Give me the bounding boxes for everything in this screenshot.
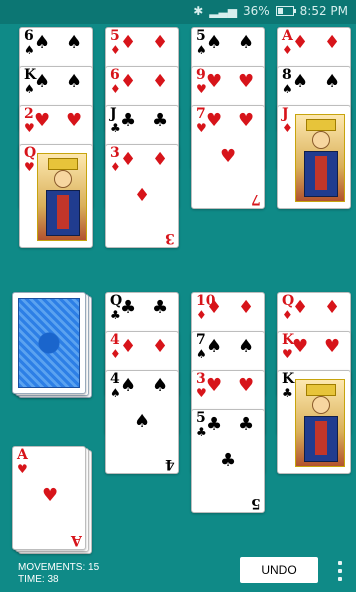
card-pip: ♣: [152, 110, 169, 131]
card-pip: ♦: [152, 149, 169, 170]
card-rank: K: [282, 371, 295, 387]
undo-button[interactable]: UNDO: [240, 557, 318, 583]
waste-bottom-rank: A: [71, 532, 82, 548]
card-pip: ♦: [152, 336, 169, 357]
card-pip: ♠: [66, 71, 83, 92]
card-pip: ♦: [206, 297, 223, 318]
stock-card-back[interactable]: [12, 292, 86, 394]
signal-icon: ▂▃▅: [209, 4, 237, 18]
card-pip: ♦: [120, 32, 137, 53]
status-right: ✱ ▂▃▅ 36% 8:52 PM: [193, 4, 348, 18]
card-rank: 6: [110, 67, 120, 83]
face-card-art: [295, 379, 345, 467]
card-pip: ♦: [292, 32, 309, 53]
card-rank: 5: [196, 410, 206, 426]
card-pip: ♦: [152, 71, 169, 92]
waste-rank: A: [17, 447, 28, 463]
card-rank: 8: [282, 67, 292, 83]
card-pip: ♠: [34, 71, 51, 92]
card-rank: 4: [110, 332, 120, 348]
card-pip: ♦: [238, 297, 255, 318]
card-suit: ♣: [282, 386, 293, 400]
card-rank: 3: [196, 371, 206, 387]
card-rank: 2: [24, 106, 34, 122]
playing-card[interactable]: 4 ♠ ♠ ♠ ♠ 4: [105, 370, 179, 474]
card-pip: ♥: [238, 375, 255, 396]
card-pip: ♦: [152, 32, 169, 53]
face-card-art: [37, 153, 87, 241]
card-pip: ♦: [120, 149, 137, 170]
card-rank: 3: [110, 145, 120, 161]
card-rank: 7: [196, 332, 206, 348]
card-pip: ♣: [238, 414, 255, 435]
card-suit: ♥: [24, 160, 35, 174]
card-pip: ♠: [66, 32, 83, 53]
card-rank: 9: [196, 67, 206, 83]
card-pip: ♠: [120, 375, 137, 396]
playing-card[interactable]: 3 ♦ ♦ ♦ ♦ 3: [105, 144, 179, 248]
card-rank: J: [110, 106, 117, 122]
card-pip: ♥: [206, 110, 223, 131]
card-pip: ♦: [120, 71, 137, 92]
card-pip: ♠: [238, 336, 255, 357]
card-bottom-rank: 5: [251, 495, 261, 511]
time-label: TIME: 38: [18, 574, 59, 585]
card-pip: ♦: [292, 297, 309, 318]
card-pip: ♥: [206, 375, 223, 396]
card-pip: ♦: [324, 32, 341, 53]
card-pip: ♥: [238, 71, 255, 92]
card-center-pip: ♣: [220, 450, 237, 471]
card-rank: 5: [110, 28, 120, 44]
card-rank: J: [282, 106, 289, 122]
card-pip: ♣: [120, 110, 137, 131]
playing-card[interactable]: 5 ♣ ♣ ♣ ♣ 5: [191, 409, 265, 513]
card-pip: ♠: [152, 375, 169, 396]
card-center-pip: ♠: [134, 411, 151, 432]
waste-small-suit: ♥: [17, 462, 28, 476]
card-rank: 5: [196, 28, 206, 44]
waste-center-suit: ♥: [42, 485, 59, 506]
card-pip: ♠: [206, 32, 223, 53]
card-rank: 6: [24, 28, 34, 44]
card-center-pip: ♦: [134, 185, 151, 206]
card-rank: Q: [24, 145, 37, 161]
card-bottom-rank: 3: [165, 230, 175, 246]
card-pip: ♣: [120, 297, 137, 318]
game-stats: MOVEMENTS: 15 TIME: 38: [18, 562, 99, 586]
card-pip: ♥: [292, 336, 309, 357]
clock: 8:52 PM: [299, 4, 348, 18]
card-pip: ♠: [324, 71, 341, 92]
waste-top-card[interactable]: A ♥ ♥ A: [12, 446, 86, 550]
card-suit: ♦: [282, 121, 293, 135]
playing-card[interactable]: J ♦: [277, 105, 351, 209]
card-pip: ♥: [66, 110, 83, 131]
card-rank: 4: [110, 371, 120, 387]
movements-label: MOVEMENTS: 15: [18, 562, 100, 573]
battery-icon: [275, 6, 296, 16]
card-bottom-rank: 4: [165, 456, 175, 472]
card-pip: ♥: [34, 110, 51, 131]
card-pip: ♦: [120, 336, 137, 357]
card-pip: ♠: [34, 32, 51, 53]
card-pip: ♣: [152, 297, 169, 318]
card-pip: ♥: [324, 336, 341, 357]
playing-card[interactable]: Q ♥: [19, 144, 93, 248]
card-pip: ♠: [206, 336, 223, 357]
card-pip: ♠: [292, 71, 309, 92]
card-pip: ♥: [238, 110, 255, 131]
card-pip: ♥: [206, 71, 223, 92]
card-pip: ♦: [324, 297, 341, 318]
status-bar: ✱ ▂▃▅ 36% 8:52 PM: [0, 0, 356, 24]
card-pip: ♠: [238, 32, 255, 53]
card-bottom-rank: 7: [251, 191, 261, 207]
card-pip: ♣: [206, 414, 223, 435]
playing-card[interactable]: K ♣: [277, 370, 351, 474]
face-card-art: [295, 114, 345, 202]
bluetooth-icon: ✱: [193, 4, 204, 18]
playing-card[interactable]: 7 ♥ ♥ ♥ ♥ 7: [191, 105, 265, 209]
card-rank: 7: [196, 106, 206, 122]
battery-text: 36%: [242, 4, 270, 18]
overflow-menu-icon[interactable]: [338, 561, 344, 585]
card-center-pip: ♥: [220, 146, 237, 167]
